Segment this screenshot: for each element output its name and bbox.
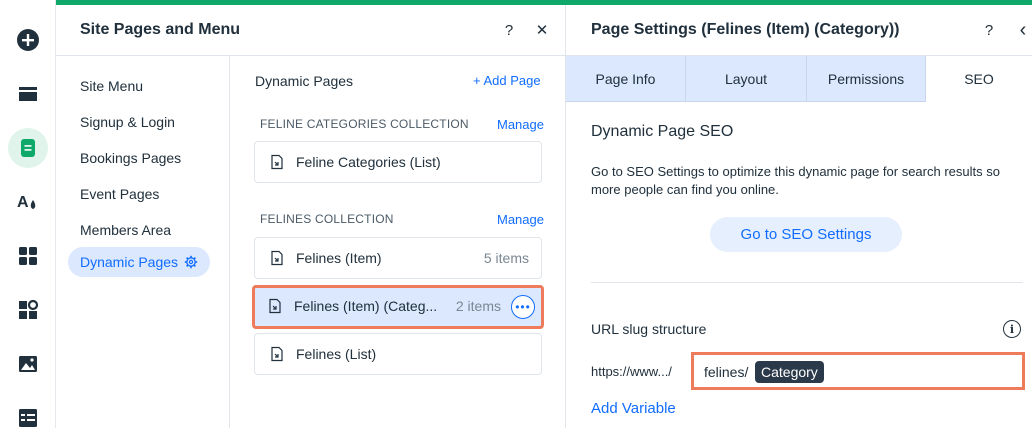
page-row-label: Felines (Item)	[296, 250, 382, 266]
page-row-felines-item-category[interactable]: Felines (Item) (Categ... 2 items •••	[252, 285, 544, 329]
back-icon[interactable]: ‹	[1012, 19, 1032, 41]
cms-icon	[19, 409, 37, 427]
add-apps-button[interactable]	[8, 290, 48, 330]
page-item-count: 5 items	[483, 250, 529, 266]
collection-title: FELINE CATEGORIES COLLECTION	[260, 117, 469, 131]
dynamic-page-icon	[271, 346, 283, 362]
info-icon[interactable]: i	[1003, 320, 1021, 338]
page-settings-panel: Page Settings (Felines (Item) (Category)…	[566, 5, 1032, 428]
manage-button[interactable]: Manage	[497, 212, 544, 227]
page-row-label: Felines (Item) (Categ...	[294, 298, 438, 314]
more-actions-button[interactable]: •••	[511, 295, 535, 319]
menu-item-bookings-pages[interactable]: Bookings Pages	[68, 143, 193, 173]
pages-button[interactable]	[8, 128, 48, 168]
slug-variable-chip[interactable]: Category	[755, 361, 824, 383]
seo-section-title: Dynamic Page SEO	[591, 123, 734, 140]
sections-button[interactable]	[8, 74, 48, 114]
add-page-button[interactable]: + Add Page	[473, 73, 541, 88]
add-variable-button[interactable]: Add Variable	[591, 400, 676, 417]
left-toolbar: A	[0, 0, 56, 428]
page-item-count: 2 items	[455, 298, 501, 314]
tab-page-info[interactable]: Page Info	[566, 56, 686, 102]
media-icon	[19, 356, 37, 372]
menu-item-label: Dynamic Pages	[80, 254, 179, 270]
divider	[591, 282, 1023, 283]
design-icon: A	[17, 194, 36, 211]
apps-icon	[19, 247, 37, 265]
tab-layout[interactable]: Layout	[686, 56, 807, 102]
add-elements-button[interactable]	[8, 20, 48, 60]
site-pages-panel: Site Pages and Menu ? ✕ Site Menu Signup…	[56, 5, 566, 428]
url-slug-text: felines/	[704, 364, 749, 380]
gear-icon	[184, 255, 198, 269]
page-row-felines-list[interactable]: Felines (List)	[254, 333, 542, 375]
ellipsis-icon: •••	[515, 300, 531, 314]
svg-text:A: A	[17, 194, 29, 211]
site-pages-header: Site Pages and Menu ? ✕	[56, 5, 566, 56]
page-row-feline-categories-list[interactable]: Feline Categories (List)	[254, 141, 542, 183]
url-prefix: https://www.../	[591, 364, 672, 379]
cms-button[interactable]	[8, 398, 48, 428]
url-slug-label: URL slug structure	[591, 321, 707, 337]
menu-item-signup-login[interactable]: Signup & Login	[68, 107, 187, 137]
help-icon[interactable]: ?	[978, 19, 1000, 41]
site-pages-title: Site Pages and Menu	[80, 21, 241, 38]
page-row-felines-item[interactable]: Felines (Item) 5 items	[254, 237, 542, 279]
seo-description: Go to SEO Settings to optimize this dyna…	[591, 164, 1000, 197]
pages-icon	[21, 139, 35, 157]
tab-seo[interactable]: SEO	[926, 56, 1032, 102]
page-row-label: Feline Categories (List)	[296, 154, 441, 170]
dynamic-page-icon	[271, 250, 283, 266]
dynamic-pages-list: Dynamic Pages + Add Page FELINE CATEGORI…	[230, 56, 566, 428]
menu-item-event-pages[interactable]: Event Pages	[68, 179, 171, 209]
settings-tabs: Page Info Layout Permissions SEO	[566, 56, 1032, 102]
page-settings-header: Page Settings (Felines (Item) (Category)…	[566, 5, 1032, 56]
dynamic-page-icon	[269, 298, 281, 314]
dynamic-pages-title: Dynamic Pages	[255, 73, 354, 89]
page-settings-title: Page Settings (Felines (Item) (Category)…	[591, 21, 900, 38]
dynamic-page-icon	[271, 154, 283, 170]
go-to-seo-settings-button[interactable]: Go to SEO Settings	[710, 217, 902, 252]
help-icon[interactable]: ?	[498, 19, 520, 41]
puzzle-icon	[19, 299, 39, 319]
collection-title: FELINES COLLECTION	[260, 212, 394, 226]
media-button[interactable]	[8, 344, 48, 384]
page-row-label: Felines (List)	[296, 346, 377, 362]
site-pages-menu: Site Menu Signup & Login Bookings Pages …	[56, 56, 230, 428]
menu-item-site-menu[interactable]: Site Menu	[68, 71, 155, 101]
sections-icon	[19, 87, 37, 101]
menu-item-dynamic-pages[interactable]: Dynamic Pages	[68, 247, 211, 277]
add-icon	[17, 29, 39, 51]
apps-button[interactable]	[8, 236, 48, 276]
close-icon[interactable]: ✕	[531, 19, 553, 41]
tab-permissions[interactable]: Permissions	[807, 56, 926, 102]
design-button[interactable]: A	[8, 182, 48, 222]
url-slug-input[interactable]: felines/ Category	[691, 352, 1025, 390]
manage-button[interactable]: Manage	[497, 117, 544, 132]
menu-item-members-area[interactable]: Members Area	[68, 215, 183, 245]
